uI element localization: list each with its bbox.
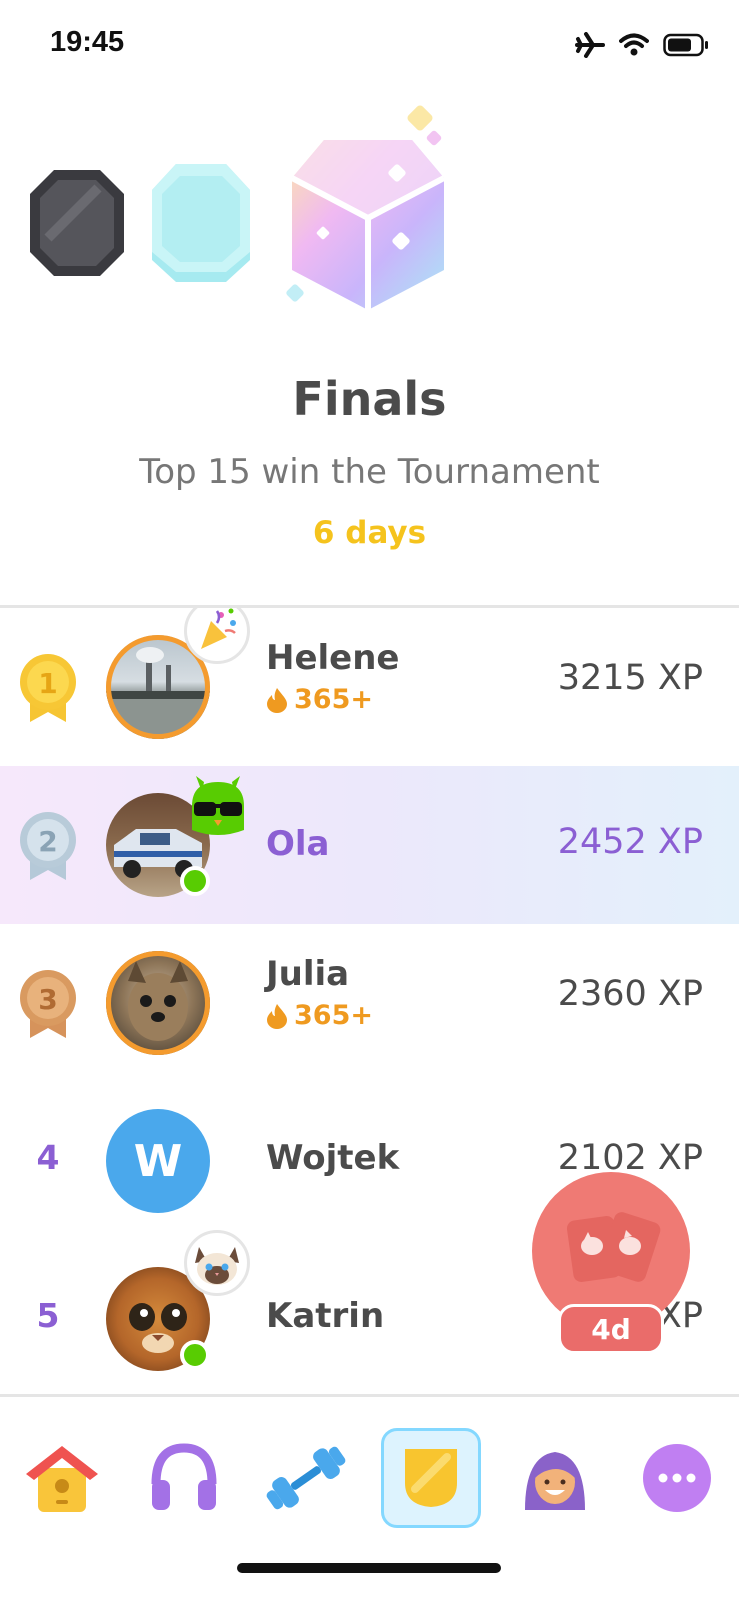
celebration-badge xyxy=(184,608,250,664)
flame-icon xyxy=(267,1003,287,1029)
dumbbell-icon xyxy=(266,1446,346,1510)
more-tab[interactable] xyxy=(627,1428,727,1528)
tab-bar-divider xyxy=(0,1394,739,1397)
rank-number: 3 xyxy=(38,983,57,1016)
avatar[interactable]: W xyxy=(106,1109,210,1213)
leaderboard-row[interactable]: 3 Julia 365+ 2360 XP xyxy=(0,924,739,1082)
status-bar: 19:45 xyxy=(0,0,739,90)
user-name: Julia xyxy=(266,954,350,994)
cool-owl-badge-icon xyxy=(192,776,244,835)
user-name: Wojtek xyxy=(266,1138,400,1178)
leaderboard-row[interactable]: 1 Helene 365+ 3215 XP xyxy=(0,608,739,766)
listening-tab[interactable] xyxy=(134,1428,234,1528)
user-name: Katrin xyxy=(266,1296,385,1336)
cat-badge xyxy=(184,1230,250,1296)
leagues-tab[interactable] xyxy=(381,1428,481,1528)
battery-icon xyxy=(663,33,708,57)
practice-tab[interactable] xyxy=(256,1428,356,1528)
home-tab[interactable] xyxy=(12,1428,112,1528)
diamond-league-icon xyxy=(152,164,250,282)
status-icons xyxy=(575,32,709,58)
flame-icon xyxy=(267,687,287,713)
league-title: Finals xyxy=(292,372,447,426)
siamese-cat-icon xyxy=(195,1247,239,1285)
bronze-medal-icon: 3 xyxy=(20,970,76,1038)
user-name: Helene xyxy=(266,638,400,678)
rank-number: 2 xyxy=(38,825,57,858)
leaderboard-screen: 19:45 Finals Top 15 win the Tournament 6… xyxy=(0,0,739,1600)
silver-medal-icon: 2 xyxy=(20,812,76,880)
gold-medal-icon: 1 xyxy=(20,654,76,722)
rank-number: 1 xyxy=(38,667,57,700)
streak-count: 365+ xyxy=(294,684,373,715)
obsidian-league-icon xyxy=(30,170,124,276)
user-streak: 365+ xyxy=(266,1000,373,1031)
house-icon xyxy=(26,1446,98,1512)
airplane-icon xyxy=(575,32,605,58)
leaderboard-row-current-user[interactable]: 2 Ola 2452 XP xyxy=(0,766,739,924)
league-badges xyxy=(0,100,739,330)
tournament-crystal-icon xyxy=(286,105,446,310)
streak-count: 365+ xyxy=(294,1000,373,1031)
wifi-icon xyxy=(619,33,649,56)
status-time: 19:45 xyxy=(50,26,125,58)
rank-number: 4 xyxy=(36,1138,60,1177)
profile-tab[interactable] xyxy=(505,1428,605,1528)
league-countdown: 6 days xyxy=(312,515,427,551)
friends-quest-time-left: 4d xyxy=(558,1304,664,1354)
online-status-dot xyxy=(180,1340,210,1370)
party-popper-icon xyxy=(201,608,236,649)
profile-avatar-icon xyxy=(525,1452,585,1510)
more-dots-icon xyxy=(643,1444,711,1512)
league-subtitle: Top 15 win the Tournament xyxy=(139,452,600,492)
user-xp: 2452 XP xyxy=(557,822,703,862)
user-name: Ola xyxy=(266,824,330,864)
friends-quest-button[interactable]: 4d xyxy=(532,1172,690,1354)
user-streak: 365+ xyxy=(266,684,373,715)
home-indicator[interactable] xyxy=(237,1563,501,1573)
streak-ring xyxy=(106,951,210,1055)
shield-icon xyxy=(405,1449,457,1507)
user-xp: 3215 XP xyxy=(557,658,703,698)
headphones-icon xyxy=(151,1443,217,1510)
online-status-dot xyxy=(180,866,210,896)
user-xp: 2360 XP xyxy=(557,974,703,1014)
rank-number: 5 xyxy=(36,1296,60,1335)
